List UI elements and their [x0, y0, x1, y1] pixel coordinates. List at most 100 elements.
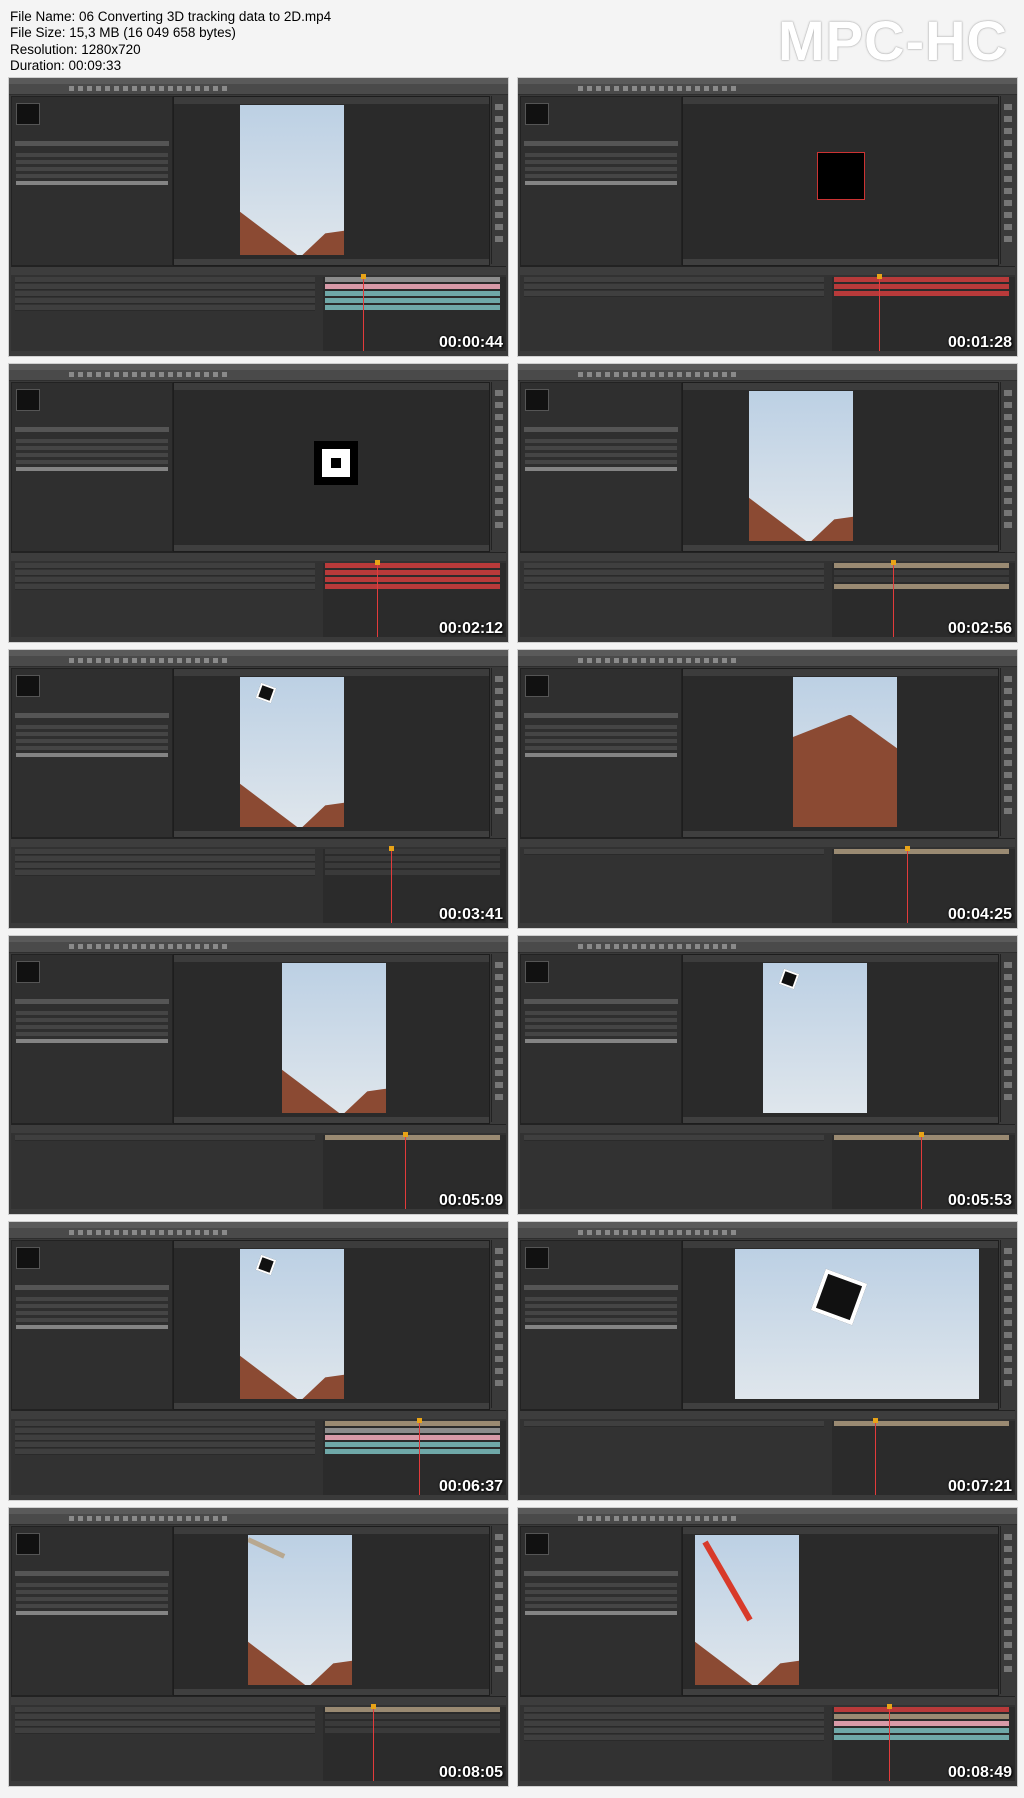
- project-item: [525, 1325, 677, 1329]
- tool-icon: [96, 86, 101, 91]
- timeline-panel: [11, 266, 506, 351]
- tool-icon: [495, 1356, 503, 1362]
- tool-icon: [495, 1332, 503, 1338]
- layer-list: [11, 1707, 321, 1781]
- composition-viewer: [173, 668, 490, 838]
- tool-icon: [578, 658, 583, 663]
- timestamp: 00:05:09: [438, 1192, 503, 1209]
- tool-icon: [78, 1230, 83, 1235]
- layer-row: [15, 1421, 315, 1427]
- app-toolbar: [9, 1514, 508, 1525]
- tool-icon: [659, 658, 664, 663]
- tool-icon: [1004, 486, 1012, 492]
- timeline-panel: [11, 1124, 506, 1209]
- timestamp: 00:08:49: [947, 1764, 1012, 1781]
- track-bar: [325, 1442, 500, 1447]
- track-bar: [325, 570, 500, 575]
- layer-row: [15, 863, 315, 869]
- project-search: [524, 713, 678, 718]
- project-item: [525, 153, 677, 157]
- track-bar: [325, 1728, 500, 1733]
- project-search: [524, 1285, 678, 1290]
- tool-icon: [69, 944, 74, 949]
- tool-icon: [495, 998, 503, 1004]
- viewer-controls: [683, 1689, 998, 1695]
- app-toolbar: [518, 942, 1017, 953]
- track-bar: [325, 849, 500, 854]
- tool-icon: [495, 522, 503, 528]
- project-panel: [11, 382, 173, 552]
- tools-strip: [1000, 668, 1015, 836]
- tool-icon: [722, 1230, 727, 1235]
- tools-strip: [1000, 96, 1015, 264]
- video-thumbnail: 00:03:41: [9, 650, 508, 928]
- layer-row: [15, 577, 315, 583]
- tool-icon: [105, 1516, 110, 1521]
- viewer-controls: [683, 1403, 998, 1409]
- timeline-header: [11, 267, 506, 275]
- tool-icon: [495, 498, 503, 504]
- tool-icon: [495, 676, 503, 682]
- tool-icon: [596, 658, 601, 663]
- tool-icon: [114, 372, 119, 377]
- tool-icon: [704, 944, 709, 949]
- app-toolbar: [518, 84, 1017, 95]
- tool-icon: [650, 86, 655, 91]
- tool-icon: [1004, 116, 1012, 122]
- tool-icon: [1004, 676, 1012, 682]
- video-thumbnail: 00:00:44: [9, 78, 508, 356]
- tool-icon: [495, 1308, 503, 1314]
- tools-strip: [491, 954, 506, 1122]
- timeline-header: [11, 839, 506, 847]
- project-item: [16, 181, 168, 185]
- tool-icon: [186, 1230, 191, 1235]
- composition-viewer: [173, 382, 490, 552]
- playhead: [891, 560, 896, 637]
- tool-icon: [168, 658, 173, 663]
- tool-icon: [578, 1516, 583, 1521]
- tool-icon: [213, 1230, 218, 1235]
- project-item: [16, 725, 168, 729]
- tool-icon: [495, 438, 503, 444]
- tool-icon: [677, 86, 682, 91]
- project-item: [525, 1318, 677, 1322]
- sky-layer: [763, 963, 867, 1113]
- playhead: [403, 1132, 408, 1209]
- tool-icon: [78, 1516, 83, 1521]
- composition-viewer: [682, 96, 999, 266]
- tool-icon: [186, 658, 191, 663]
- timestamp: 00:00:44: [438, 334, 503, 351]
- tool-icon: [96, 944, 101, 949]
- project-item: [525, 739, 677, 743]
- tool-icon: [204, 944, 209, 949]
- app-toolbar: [9, 1228, 508, 1239]
- playhead: [919, 1132, 924, 1209]
- footage-layer: [240, 105, 344, 255]
- tool-icon: [686, 944, 691, 949]
- layer-row: [15, 298, 315, 304]
- composition-viewer: [173, 1526, 490, 1696]
- tool-icon: [495, 962, 503, 968]
- tool-icon: [1004, 1284, 1012, 1290]
- tool-icon: [132, 1230, 137, 1235]
- tool-icon: [722, 86, 727, 91]
- project-preview-thumb: [525, 961, 549, 983]
- composition-tabs: [683, 955, 998, 962]
- tool-icon: [495, 402, 503, 408]
- tool-icon: [213, 1516, 218, 1521]
- footage-layer: [695, 1535, 799, 1685]
- tool-icon: [587, 1230, 592, 1235]
- track-bar: [325, 298, 500, 303]
- app-toolbar: [9, 656, 508, 667]
- tool-icon: [87, 1230, 92, 1235]
- project-item: [16, 1011, 168, 1015]
- tool-icon: [495, 212, 503, 218]
- tool-icon: [222, 86, 227, 91]
- layer-row: [15, 1728, 315, 1734]
- tool-icon: [650, 1516, 655, 1521]
- tool-icon: [713, 944, 718, 949]
- track-bar: [325, 863, 500, 868]
- footage-layer: [240, 1249, 344, 1399]
- tool-icon: [87, 944, 92, 949]
- tool-icon: [495, 1594, 503, 1600]
